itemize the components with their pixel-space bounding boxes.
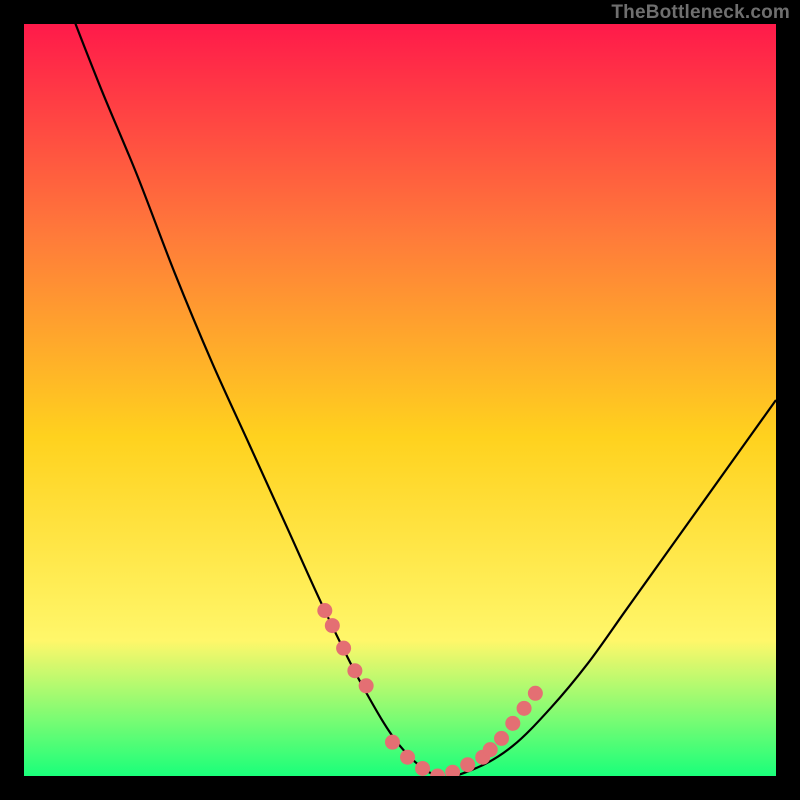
highlight-dot [359, 678, 374, 693]
attribution-label: TheBottleneck.com [611, 2, 790, 24]
highlight-dot [415, 761, 430, 776]
gradient-background [24, 24, 776, 776]
highlight-dot [347, 663, 362, 678]
highlight-dot [505, 716, 520, 731]
highlight-dot [494, 731, 509, 746]
chart-frame: TheBottleneck.com [0, 0, 800, 800]
highlight-dot [483, 742, 498, 757]
highlight-dot [336, 641, 351, 656]
highlight-dot [325, 618, 340, 633]
highlight-dot [517, 701, 532, 716]
plot-area [24, 24, 776, 776]
highlight-dot [528, 686, 543, 701]
highlight-dot [385, 735, 400, 750]
bottleneck-chart [24, 24, 776, 776]
highlight-dot [317, 603, 332, 618]
highlight-dot [460, 757, 475, 772]
highlight-dot [400, 750, 415, 765]
